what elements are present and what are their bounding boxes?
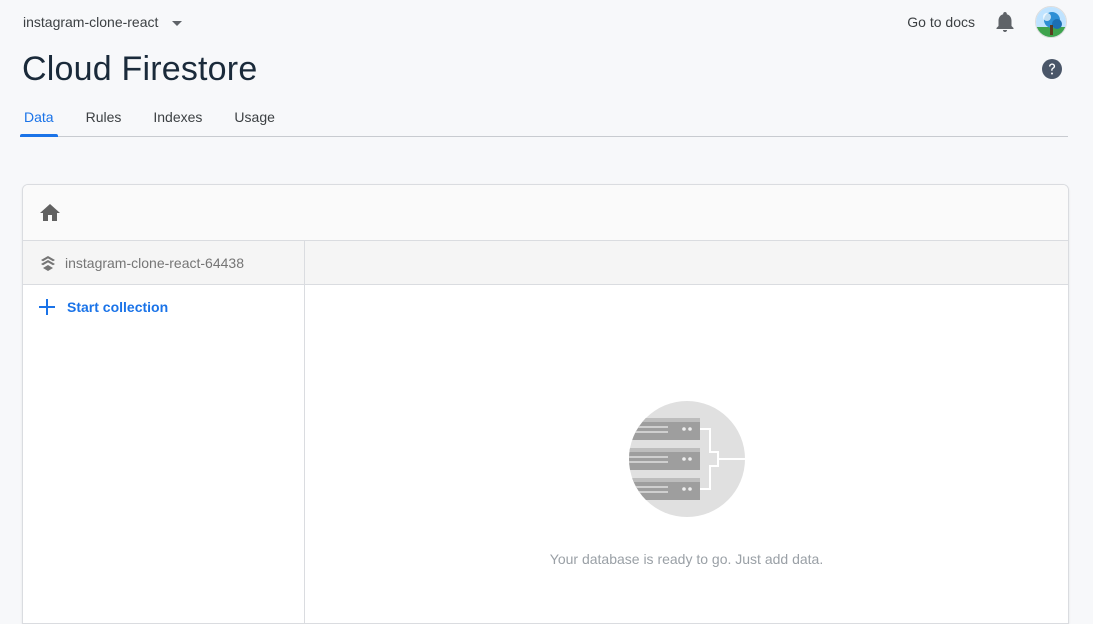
- avatar[interactable]: [1035, 6, 1067, 38]
- top-bar: instagram-clone-react Go to docs: [0, 0, 1093, 46]
- start-collection-label: Start collection: [67, 299, 169, 315]
- collections-column: instagram-clone-react-64438 Start collec…: [23, 241, 305, 623]
- tab-usage[interactable]: Usage: [232, 100, 276, 136]
- database-id: instagram-clone-react-64438: [65, 254, 244, 271]
- documents-column-header: [305, 241, 1068, 285]
- bell-icon[interactable]: [993, 10, 1017, 34]
- caret-down-icon: [172, 20, 183, 26]
- firestore-layers-icon: [39, 254, 57, 272]
- database-root-row[interactable]: instagram-clone-react-64438: [23, 241, 304, 285]
- start-collection-button[interactable]: Start collection: [23, 285, 304, 329]
- empty-state-message: Your database is ready to go. Just add d…: [549, 551, 824, 567]
- go-to-docs-link[interactable]: Go to docs: [907, 14, 975, 30]
- tab-bar: Data Rules Indexes Usage: [20, 100, 1068, 137]
- documents-column: Your database is ready to go. Just add d…: [305, 241, 1068, 623]
- tab-indexes[interactable]: Indexes: [151, 100, 204, 136]
- tab-data[interactable]: Data: [20, 100, 58, 137]
- data-panel: instagram-clone-react-64438 Start collec…: [22, 184, 1069, 624]
- page-title: Cloud Firestore: [22, 50, 258, 88]
- database-servers-illustration: [628, 400, 746, 518]
- help-circle-icon[interactable]: [1041, 58, 1063, 80]
- plus-icon: [39, 299, 55, 315]
- top-right-actions: Go to docs: [907, 6, 1067, 38]
- project-selector[interactable]: instagram-clone-react: [23, 14, 183, 30]
- panel-breadcrumb: [23, 185, 1068, 241]
- tab-rules[interactable]: Rules: [84, 100, 124, 136]
- home-icon[interactable]: [39, 202, 61, 224]
- project-name: instagram-clone-react: [23, 14, 159, 30]
